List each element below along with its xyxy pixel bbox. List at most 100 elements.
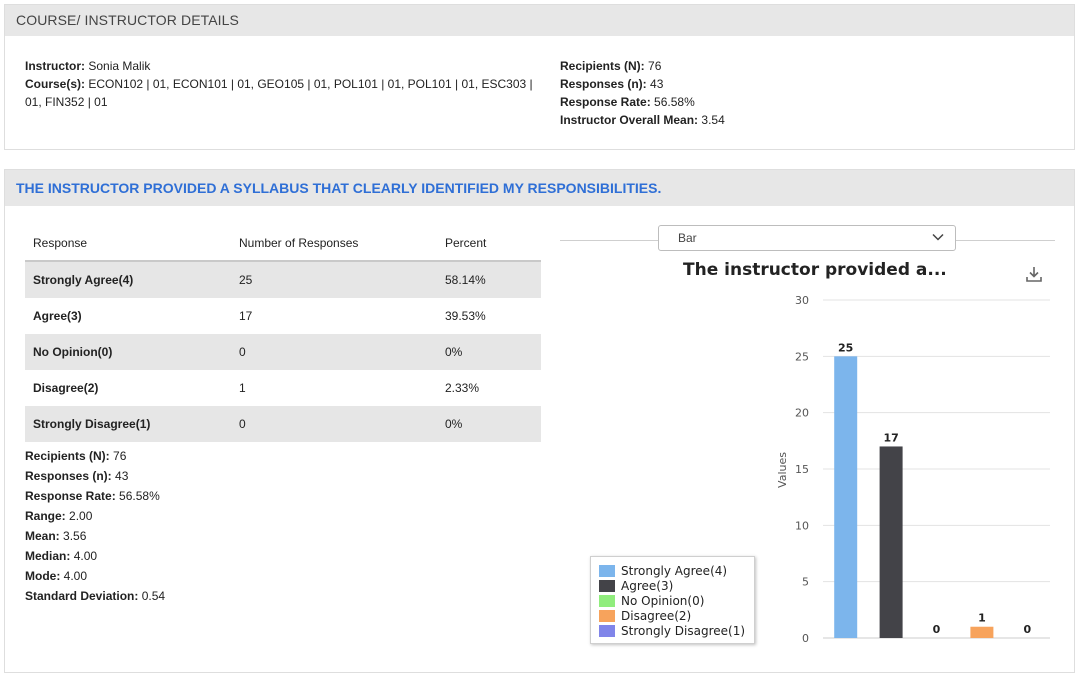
overall-mean-label: Instructor Overall Mean: xyxy=(560,113,699,127)
legend-item[interactable]: Strongly Disagree(1) xyxy=(599,623,754,638)
download-icon[interactable] xyxy=(1024,265,1044,283)
stat-row: Range: 2.00 xyxy=(25,506,165,526)
chevron-down-icon xyxy=(932,233,944,241)
legend-label: No Opinion(0) xyxy=(621,593,705,608)
data-label: 0 xyxy=(1023,623,1031,636)
response-label: Agree(3) xyxy=(33,309,82,323)
stat-label: Range: xyxy=(25,509,66,523)
instructor-name: Sonia Malik xyxy=(88,59,151,73)
bar xyxy=(879,446,903,638)
legend-label: Disagree(2) xyxy=(621,608,692,623)
response-label: Strongly Agree(4) xyxy=(25,260,231,298)
stat-value: 2.00 xyxy=(69,509,93,523)
table-row: Strongly Disagree(1) 0 0% xyxy=(25,406,541,442)
legend-label: Strongly Agree(4) xyxy=(621,563,728,578)
summary-statistics: Recipients (N): 76 Responses (n): 43 Res… xyxy=(25,446,165,606)
y-tick-label: 5 xyxy=(802,576,809,589)
response-percent: 2.33% xyxy=(445,381,480,395)
y-tick-label: 25 xyxy=(795,350,809,363)
legend-item[interactable]: Strongly Agree(4) xyxy=(599,563,754,578)
response-rate-value: 56.58% xyxy=(654,95,695,109)
response-rate-label: Response Rate: xyxy=(560,95,651,109)
response-percent: 0% xyxy=(437,406,541,442)
recipients-value: 76 xyxy=(648,59,662,73)
chart-type-select[interactable]: Bar xyxy=(658,225,956,251)
legend-swatch xyxy=(599,579,615,592)
stat-label: Mode: xyxy=(25,569,61,583)
response-percent: 0% xyxy=(437,334,541,370)
stat-label: Standard Deviation: xyxy=(25,589,139,603)
stat-row: Mode: 4.00 xyxy=(25,566,165,586)
instructor-info: Instructor: Sonia Malik Course(s): ECON1… xyxy=(25,57,540,111)
legend-swatch xyxy=(599,624,615,637)
recipients-label: Recipients (N): xyxy=(560,59,645,73)
data-label: 17 xyxy=(883,431,898,444)
response-label: No Opinion(0) xyxy=(25,334,231,370)
stat-label: Response Rate: xyxy=(25,489,116,503)
legend-item[interactable]: Disagree(2) xyxy=(599,608,754,623)
stat-value: 56.58% xyxy=(119,489,160,503)
table-row: No Opinion(0) 0 0% xyxy=(25,334,541,370)
stat-row: Responses (n): 43 xyxy=(25,466,165,486)
courses-list: ECON102 | 01, ECON101 | 01, GEO105 | 01,… xyxy=(88,77,533,91)
legend-swatch xyxy=(599,594,615,607)
legend-swatch xyxy=(599,564,615,577)
column-header-response: Response xyxy=(33,236,88,250)
instructor-label: Instructor: xyxy=(25,59,85,73)
data-label: 25 xyxy=(838,341,853,354)
stat-row: Standard Deviation: 0.54 xyxy=(25,586,165,606)
column-header-percent: Percent xyxy=(445,236,487,250)
stat-label: Responses (n): xyxy=(25,469,112,483)
table-row: Strongly Agree(4) 25 58.14% xyxy=(25,260,541,298)
stat-row: Recipients (N): 76 xyxy=(25,446,165,466)
stat-label: Median: xyxy=(25,549,71,563)
stat-label: Recipients (N): xyxy=(25,449,110,463)
column-header-count: Number of Responses xyxy=(239,236,359,250)
response-label: Strongly Disagree(1) xyxy=(25,406,231,442)
y-tick-label: 10 xyxy=(795,519,809,532)
stat-value: 3.56 xyxy=(63,529,87,543)
table-header-row: Response Number of Responses Percent xyxy=(25,226,541,261)
responses-value: 43 xyxy=(650,77,664,91)
y-tick-label: 30 xyxy=(795,294,809,307)
legend-label: Agree(3) xyxy=(621,578,674,593)
bar xyxy=(834,356,858,638)
stat-row: Median: 4.00 xyxy=(25,546,165,566)
courses-list-cont: 01, FIN352 | 01 xyxy=(25,95,108,109)
courses-label: Course(s): xyxy=(25,77,86,91)
data-label: 0 xyxy=(933,623,941,636)
response-count: 1 xyxy=(239,381,246,395)
chart-legend: Strongly Agree(4) Agree(3) No Opinion(0) Di… xyxy=(590,556,755,644)
y-tick-label: 20 xyxy=(795,407,809,420)
legend-label: Strongly Disagree(1) xyxy=(621,623,746,638)
question-title: THE INSTRUCTOR PROVIDED A SYLLABUS THAT … xyxy=(5,170,1074,206)
chart-type-value: Bar xyxy=(678,231,697,245)
data-label: 1 xyxy=(978,612,986,625)
response-count: 0 xyxy=(231,406,437,442)
bar xyxy=(970,626,994,638)
table-row: Agree(3) 17 39.53% xyxy=(25,298,541,334)
stat-value: 0.54 xyxy=(141,589,166,603)
legend-item[interactable]: Agree(3) xyxy=(599,578,754,593)
response-count: 0 xyxy=(231,334,437,370)
response-count: 25 xyxy=(231,260,437,298)
response-percent: 39.53% xyxy=(445,309,486,323)
stat-value: 43 xyxy=(115,469,129,483)
stat-value: 4.00 xyxy=(73,549,98,563)
y-axis-label: Values xyxy=(776,452,789,488)
table-row: Disagree(2) 1 2.33% xyxy=(25,370,541,406)
stat-row: Response Rate: 56.58% xyxy=(25,486,165,506)
response-label: Disagree(2) xyxy=(33,381,99,395)
overall-mean-value: 3.54 xyxy=(701,113,725,127)
response-percent: 58.14% xyxy=(437,260,541,298)
course-details-header: COURSE/ INSTRUCTOR DETAILS xyxy=(5,5,1074,36)
response-count: 17 xyxy=(239,309,253,323)
legend-item[interactable]: No Opinion(0) xyxy=(599,593,754,608)
question-panel: THE INSTRUCTOR PROVIDED A SYLLABUS THAT … xyxy=(4,169,1075,673)
course-details-panel: COURSE/ INSTRUCTOR DETAILS Instructor: S… xyxy=(4,4,1075,150)
response-summary: Recipients (N): 76 Responses (n): 43 Res… xyxy=(560,57,860,129)
responses-label: Responses (n): xyxy=(560,77,647,91)
stat-value: 76 xyxy=(113,449,127,463)
legend-swatch xyxy=(599,609,615,622)
response-table: Response Number of Responses Percent Str… xyxy=(25,226,541,442)
